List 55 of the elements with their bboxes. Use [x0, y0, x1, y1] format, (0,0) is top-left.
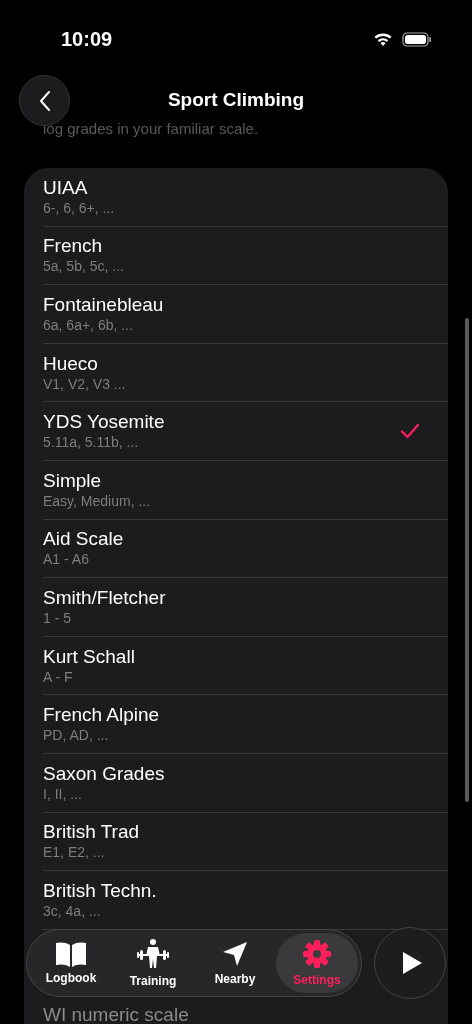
- scale-name: Fontainebleau: [43, 294, 165, 316]
- scale-row[interactable]: YDS Yosemite 5.11a, 5.11b, ...: [43, 402, 448, 461]
- scale-example: Easy, Medium, ...: [43, 492, 152, 510]
- scale-name: Kurt Schall: [43, 645, 136, 668]
- scale-row[interactable]: Saxon Grades I, II, ...: [43, 753, 448, 813]
- back-button[interactable]: [19, 75, 70, 126]
- status-time: 10:09: [61, 27, 113, 51]
- description-text: log grades in your familiar scale.: [43, 119, 259, 139]
- scale-row[interactable]: Smith/Fletcher 1 - 5: [43, 578, 448, 637]
- scale-row[interactable]: Simple Easy, Medium, ...: [43, 460, 448, 520]
- scale-example: 6a, 6a+, 6b, ...: [43, 317, 134, 334]
- scale-name: UIAA: [43, 176, 89, 199]
- scale-example: 3c, 4a, ...: [43, 902, 102, 920]
- scale-example: E1, E2, ...: [43, 844, 106, 862]
- scale-example: 5a, 5b, 5c, ...: [43, 258, 125, 276]
- scale-name: Aid Scale: [43, 528, 125, 551]
- scale-row[interactable]: UIAA 6-, 6, 6+, ...: [43, 168, 448, 227]
- screen-title: Sport Climbing: [167, 89, 305, 111]
- scale-name: French: [43, 235, 104, 258]
- scale-name: Saxon Grades: [43, 762, 166, 785]
- chevron-left-icon: [38, 89, 51, 112]
- scale-row[interactable]: Kurt Schall A - F: [43, 636, 448, 696]
- play-icon: [401, 951, 423, 975]
- scale-example: 1 - 5: [43, 609, 72, 627]
- scale-example: PD, AD, ...: [43, 727, 110, 745]
- scale-name: British Trad: [43, 821, 141, 844]
- scale-name: British Techn.: [43, 879, 158, 902]
- battery-icon: [402, 31, 432, 47]
- book-icon: [55, 941, 87, 967]
- scale-example: V1, V2, V3 ...: [43, 375, 127, 393]
- tab[interactable]: Logbook: [30, 933, 112, 993]
- scale-name: Simple: [43, 469, 103, 492]
- tab[interactable]: Nearby: [194, 933, 276, 993]
- scale-example: A - F: [43, 668, 74, 686]
- wifi-icon: [373, 31, 393, 47]
- scale-name: French Alpine: [43, 704, 161, 727]
- scale-name: Hueco: [43, 352, 99, 375]
- scale-row[interactable]: French Alpine PD, AD, ...: [43, 695, 448, 754]
- scale-example: 6-, 6, 6+, ...: [43, 199, 116, 217]
- scale-example: 5.11a, 5.11b, ...: [43, 434, 140, 452]
- scale-name: WI numeric scale: [43, 1003, 190, 1024]
- scale-example: A1 - A6: [43, 551, 90, 569]
- scale-row[interactable]: Fontainebleau 6a, 6a+, 6b, ...: [43, 285, 448, 344]
- settings-icon: [302, 939, 332, 969]
- scale-row[interactable]: British Trad E1, E2, ...: [43, 812, 448, 872]
- scale-row[interactable]: French 5a, 5b, 5c, ...: [43, 226, 448, 286]
- weightlifter-icon: [136, 938, 170, 970]
- scale-row[interactable]: Aid Scale A1 - A6: [43, 519, 448, 579]
- scale-row[interactable]: WI numeric scale: [43, 1003, 448, 1024]
- scale-name: Smith/Fletcher: [43, 586, 167, 609]
- tab[interactable]: Training: [112, 933, 194, 993]
- scale-row[interactable]: Hueco V1, V2, V3 ...: [43, 343, 448, 403]
- scale-name: YDS Yosemite: [43, 411, 166, 434]
- navigation-arrow-icon: [221, 940, 249, 968]
- scale-example: I, II, ...: [43, 785, 83, 803]
